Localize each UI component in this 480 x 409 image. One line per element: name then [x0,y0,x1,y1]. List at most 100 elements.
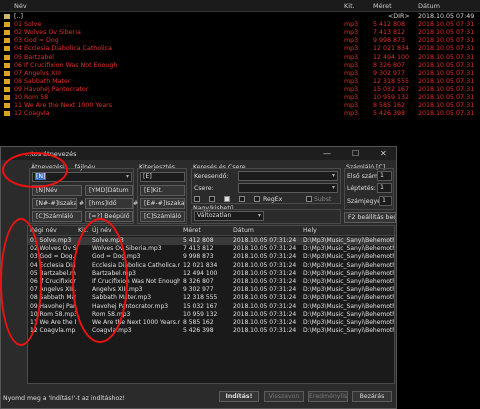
insert-ext-counter-button[interactable]: [C]Számláló [140,211,185,222]
path-cell: D:\Mp3\Music_Sanyi\Behemoth\Be [303,319,394,326]
status-text: Nyomd meg a 'Indítás!'-t az indításhoz! [3,395,125,402]
result-list-button[interactable]: Eredménylista [308,391,348,402]
close-button[interactable]: Bezárás [352,391,392,402]
path-cell: D:\Mp3\Music_Sanyi\Behemoth\Be [303,278,394,285]
file-date: 2018.10.05 07:31 [418,37,475,45]
col-size-header[interactable]: Méret [373,2,392,10]
file-size: 8 585 162 [373,102,406,110]
regex-label: RegEx [263,196,283,203]
file-row[interactable]: 01 Solve mp3 5 412 808 2018.10.05 07:31 [0,21,480,29]
digits-input[interactable]: 1 [379,196,392,206]
path-cell: D:\Mp3\Music_Sanyi\Behemoth\Be [303,294,394,302]
file-size: 10 959 132 [373,94,410,101]
date-cell: 2018.10.05 07:31:24 [233,302,297,310]
file-name: 12 Coagvla [14,110,50,118]
col-date-header[interactable]: Dátum [233,227,254,234]
undo-button[interactable]: Visszavon [264,391,304,402]
date-cell: 2018.10.05 07:31:24 [233,319,297,326]
size-cell: 8 585 162 [183,319,214,326]
file-ext: mp3 [344,53,359,61]
minimize-icon[interactable]: — [323,149,331,158]
dropdown-icon[interactable]: ▾ [126,173,129,181]
date-cell: 2018.10.05 07:31:24 [233,261,297,269]
file-date: 2018.10.05 07:31 [418,21,475,29]
path-cell: D:\Mp3\Music_Sanyi\Behemoth\Be [303,286,394,294]
size-cell: 8 326 807 [183,278,214,285]
file-ext: mp3 [344,69,359,77]
dropdown-icon[interactable]: ▾ [332,172,335,180]
music-file-icon [4,78,10,84]
file-row[interactable]: [..] <DIR> 2018.10.05 07:49 [0,13,480,21]
file-ext: mp3 [344,85,359,93]
file-row[interactable]: 03 God = Dog mp3 9 998 873 2018.10.05 07:31 [0,37,480,45]
file-name: 01 Solve [14,21,42,29]
date-cell: 2018.10.05 07:31:24 [233,294,297,302]
case-select[interactable]: Változatlan ▾ [194,211,264,221]
file-row[interactable]: 04 Ecclesia Diabolica Catholica mp3 12 021… [0,45,480,53]
path-cell: D:\Mp3\Music_Sanyi\Behemoth\Be [303,237,394,244]
file-date: 2018.10.05 07:31 [418,53,475,61]
insert-time-button[interactable]: [hms]Idő [85,198,133,209]
file-name: 02 Wolves Ov Siberia [14,29,81,37]
f2-settings-button[interactable]: F2 beállítás beolvasása/m [344,212,396,223]
file-name: [..] [14,13,23,20]
file-size: 12 021 834 [373,45,410,53]
dropdown-icon[interactable]: ▾ [258,212,261,220]
annotation-circle-old-names [0,218,42,346]
subst-checkbox[interactable] [306,196,312,202]
insert-name-range-button[interactable]: [N#-#]Iszakasz [32,198,77,209]
file-row[interactable]: 07 Angelvs XIII mp3 9 302 977 2018.10.05 07… [0,70,480,78]
insert-ext-range-button[interactable]: [E#-#]Iszakasz [140,198,185,209]
ext-input[interactable]: [E] [140,172,185,182]
search-input[interactable]: ▾ [238,171,338,181]
path-cell: D:\Mp3\Music_Sanyi\Behemoth\Be [303,310,394,318]
date-cell: 2018.10.05 07:31:24 [233,269,297,277]
col-ext-header[interactable]: Kit. [344,2,355,10]
dropdown-icon[interactable]: ▾ [332,184,335,192]
file-row[interactable]: 09 Havohej Pantocrator mp3 15 032 167 2018.… [0,86,480,94]
insert-date-button[interactable]: [YMD]Dátum [85,185,133,196]
path-cell: D:\Mp3\Music_Sanyi\Behemoth\Be [303,253,394,261]
size-cell: 5 412 808 [183,237,214,244]
file-row[interactable]: 06 If Crucifixion Was Not Enough mp3 8 326… [0,62,480,70]
file-row[interactable]: 02 Wolves Ov Siberia mp3 7 413 812 2018.10.… [0,29,480,37]
step-input[interactable]: 1 [377,183,392,193]
close-icon[interactable]: ✕ [380,149,387,158]
date-cell: 2018.10.05 07:31:24 [233,237,297,244]
file-date: 2018.10.05 07:31 [418,102,475,110]
col-size-header[interactable]: Méret [183,227,201,234]
file-date: 2018.10.05 07:31 [418,110,475,118]
file-size: <DIR> [388,13,410,20]
start-button[interactable]: Indítás! [219,391,259,402]
col-path-header[interactable]: Hely [303,227,317,234]
path-cell: D:\Mp3\Music_Sanyi\Behemoth\Be [303,245,394,253]
insert-ext-button[interactable]: [E]Kit. [140,185,185,196]
hash-label-2: # [133,200,139,207]
regex-checkbox[interactable] [254,196,260,202]
file-row[interactable]: 08 Sabbath Mater mp3 12 318 555 2018.10.05 … [0,78,480,86]
music-file-icon [4,46,10,52]
file-ext: mp3 [344,61,359,69]
file-row[interactable]: 11 We Are the Next 1000 Years mp3 8 585 16… [0,102,480,110]
file-date: 2018.10.05 07:31 [418,61,475,69]
file-row[interactable]: 12 Coagvla mp3 5 426 398 2018.10.05 07:31 [0,110,480,118]
option-checkbox-4[interactable] [239,196,245,202]
maximize-icon[interactable]: ☐ [352,149,359,158]
start-input[interactable]: 1 [377,171,392,181]
insert-counter-button[interactable]: [C]Számláló [32,211,82,222]
music-file-icon [4,95,10,100]
subst-label: Subst [314,196,332,203]
col-date-header[interactable]: Dátum [418,2,440,10]
replace-label: Csere: [194,185,214,192]
date-cell: 2018.10.05 07:31:24 [233,286,297,294]
option-checkbox-1[interactable] [194,196,200,202]
file-size: 15 032 167 [373,85,410,93]
file-row[interactable]: 05 Bartzabel mp3 12 494 100 2018.10.05 07:3… [0,54,480,62]
file-row[interactable]: 10 Rom 58 mp3 10 959 132 2018.10.05 07:31 [0,94,480,102]
option-checkbox-2[interactable] [209,196,215,202]
col-name-header[interactable]: Név [14,2,27,10]
file-date: 2018.10.05 07:31 [418,94,475,101]
replace-input[interactable]: ▾ [238,183,338,193]
option-checkbox-3[interactable] [224,196,230,202]
size-cell: 15 032 167 [183,302,218,310]
